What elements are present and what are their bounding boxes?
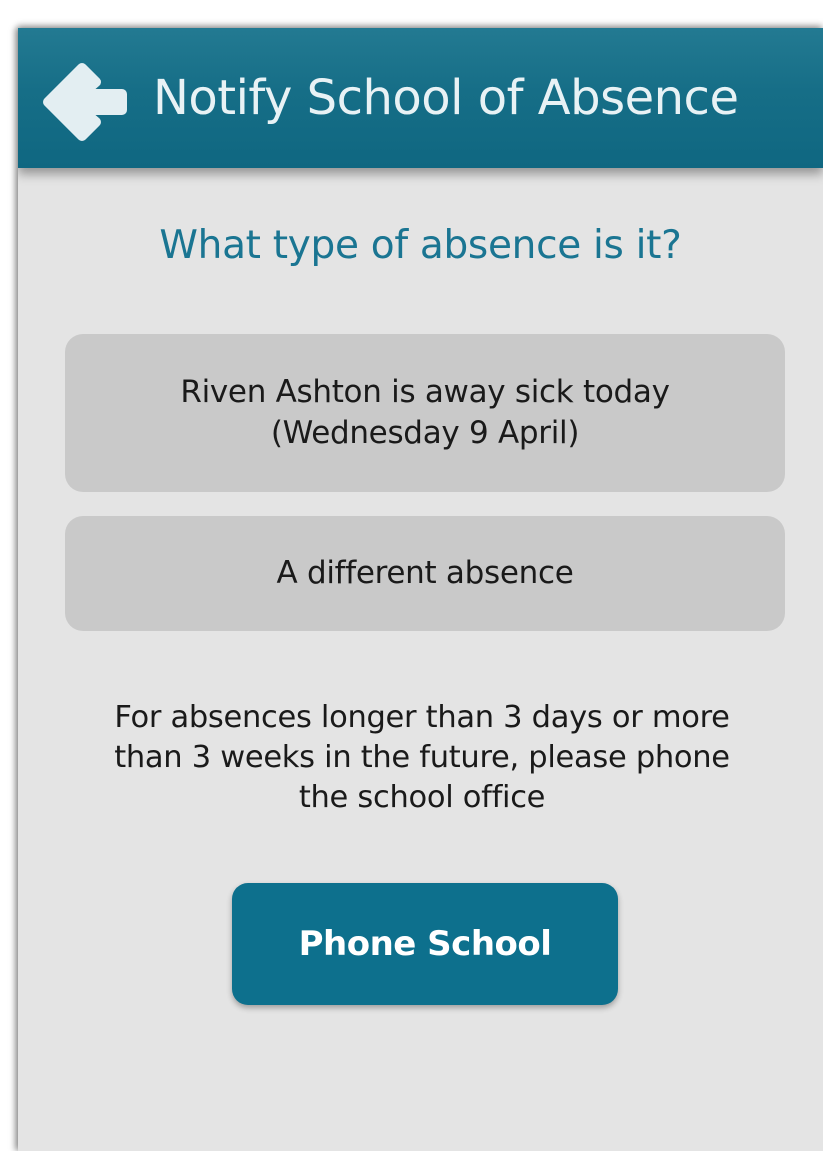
app-bar: Notify School of Absence (18, 28, 823, 168)
info-line: For absences longer than 3 days or more (114, 700, 730, 735)
option-line: A different absence (276, 555, 574, 591)
option-different-absence-label: A different absence (276, 553, 573, 594)
option-different-absence-button[interactable]: A different absence (65, 516, 785, 631)
option-line: (Wednesday 9 April) (270, 415, 580, 451)
app-screen: Notify School of Absence What type of ab… (18, 28, 823, 1151)
arrow-left-icon (43, 63, 127, 141)
page-title: Notify School of Absence (153, 70, 739, 126)
option-sick-today-button[interactable]: Riven Ashton is away sick today (Wednesd… (65, 334, 785, 492)
phone-school-button[interactable]: Phone School (232, 883, 618, 1005)
info-line: than 3 weeks in the future, please phone (114, 740, 730, 775)
option-line: Riven Ashton is away sick today (180, 374, 670, 410)
absence-type-question: What type of absence is it? (159, 223, 682, 268)
back-button[interactable] (40, 60, 130, 144)
info-line: the school office (298, 780, 546, 815)
phone-info-text: For absences longer than 3 days or more … (58, 698, 786, 818)
option-sick-today-label: Riven Ashton is away sick today (Wednesd… (180, 372, 670, 454)
